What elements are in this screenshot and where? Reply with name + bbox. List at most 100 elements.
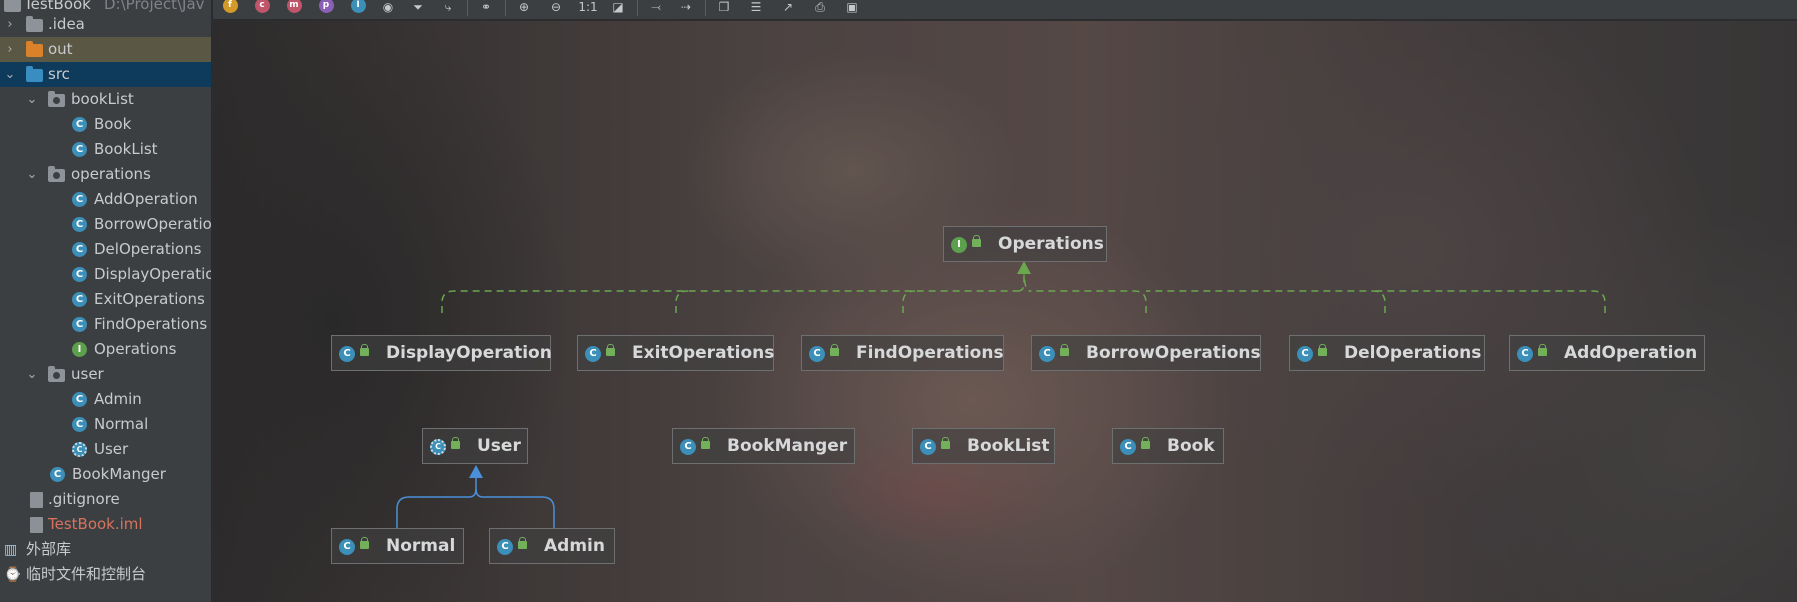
tree-item-booklist[interactable]: C BookList: [0, 137, 211, 162]
node-label: BorrowOperations: [1086, 343, 1261, 363]
tree-item-admin[interactable]: C Admin: [0, 387, 211, 412]
chevron-down-icon[interactable]: ⌄: [24, 87, 40, 112]
tree-item-user-package[interactable]: ⌄ user: [0, 362, 211, 387]
node-user[interactable]: C User: [422, 428, 528, 464]
lock-icon: [830, 344, 839, 356]
tree-item-label: Book: [94, 115, 132, 133]
tree-item-findoperations[interactable]: C FindOperations: [0, 312, 211, 337]
node-displayoperation[interactable]: C DisplayOperation: [331, 335, 552, 371]
node-borrowoperations[interactable]: C BorrowOperations: [1031, 335, 1261, 371]
lock-icon: [1318, 344, 1327, 356]
tree-item-booklist-package[interactable]: ⌄ bookList: [0, 87, 211, 112]
chevron-down-icon[interactable]: ⌄: [24, 362, 40, 387]
toolbar-separator: [505, 0, 506, 16]
class-icon: C: [920, 439, 936, 455]
tree-item-operations-interface[interactable]: I Operations: [0, 337, 211, 362]
node-addoperation[interactable]: C AddOperation: [1509, 335, 1705, 371]
edge-borroweoperations-operations: [1030, 290, 1147, 313]
tree-item-gitignore[interactable]: .gitignore: [0, 487, 211, 512]
node-findoperations[interactable]: C FindOperations: [801, 335, 1004, 371]
node-book[interactable]: C Book: [1112, 428, 1224, 464]
tree-item-exitoperations[interactable]: C ExitOperations: [0, 287, 211, 312]
tree-item-normal[interactable]: C Normal: [0, 412, 211, 437]
tree-item-displayoperation[interactable]: C DisplayOperatio: [0, 262, 211, 287]
tree-item-testbook-iml[interactable]: TestBook.iml: [0, 512, 211, 537]
node-label: Operations: [998, 234, 1104, 254]
tree-item-operations-package[interactable]: ⌄ operations: [0, 162, 211, 187]
zoom-out-icon[interactable]: ⊖: [547, 0, 565, 14]
class-icon: C: [72, 192, 87, 207]
tree-item-label: BorrowOperatio: [94, 215, 212, 233]
tree-item-user[interactable]: C User: [0, 437, 211, 462]
constructor-filter-icon[interactable]: c: [253, 0, 271, 14]
edge-addoperation-operations: [1373, 290, 1606, 313]
edge-icon[interactable]: ⤷: [439, 0, 457, 14]
tree-item-borrowoperations[interactable]: C BorrowOperatio: [0, 212, 212, 237]
diagram-canvas[interactable]: I Operations C DisplayOperation C ExitOp…: [213, 21, 1797, 602]
node-booklist[interactable]: C BookList: [912, 428, 1055, 464]
library-icon: ▥: [4, 542, 18, 558]
tree-item-idea[interactable]: › .idea: [0, 12, 211, 37]
lock-icon: [972, 235, 981, 247]
node-operations[interactable]: I Operations: [943, 226, 1107, 262]
show-icon[interactable]: ◉: [379, 0, 397, 14]
main-class-icon: C: [50, 467, 65, 482]
lock-icon: [1060, 344, 1069, 356]
copy-icon[interactable]: ❐: [715, 0, 733, 14]
source-folder-icon: [26, 66, 43, 83]
route-icon[interactable]: ⇢: [677, 0, 695, 14]
tree-item-out[interactable]: › out: [0, 37, 211, 62]
class-icon: C: [585, 346, 601, 362]
tree-item-src[interactable]: ⌄ src: [0, 62, 211, 87]
chevron-right-icon[interactable]: ›: [2, 37, 18, 62]
node-label: DisplayOperation: [386, 343, 552, 363]
chevron-down-icon[interactable]: ⌄: [24, 162, 40, 187]
tree-item-label: DelOperations: [94, 240, 202, 258]
extends-edges: [396, 465, 555, 528]
open-icon[interactable]: ↗: [779, 0, 797, 14]
node-bookmanger[interactable]: C BookManger: [672, 428, 855, 464]
field-filter-icon[interactable]: f: [221, 0, 239, 14]
node-label: ExitOperations: [632, 343, 775, 363]
folder-icon: [26, 16, 43, 33]
tree-item-label: Admin: [94, 390, 142, 408]
package-icon: [48, 91, 65, 108]
lock-icon: [360, 537, 369, 549]
tree-item-scratches[interactable]: ⌚ 临时文件和控制台: [0, 562, 211, 587]
chevron-down-icon[interactable]: ⌄: [2, 62, 18, 87]
project-tree[interactable]: TestBook D:\Project\Jav › .idea › out ⌄ …: [0, 0, 212, 602]
node-exitoperations[interactable]: C ExitOperations: [577, 335, 774, 371]
node-admin[interactable]: C Admin: [489, 528, 615, 564]
node-label: Book: [1167, 436, 1215, 456]
print-icon[interactable]: ⎙: [811, 0, 829, 14]
tree-item-label: Normal: [94, 415, 149, 433]
node-label: FindOperations: [856, 343, 1004, 363]
method-filter-icon[interactable]: m: [285, 0, 303, 14]
property-filter-icon[interactable]: p: [317, 0, 335, 14]
tree-item-deloperations[interactable]: C DelOperations: [0, 237, 211, 262]
tree-item-bookmanger[interactable]: C BookManger: [0, 462, 211, 487]
node-deloperations[interactable]: C DelOperations: [1289, 335, 1485, 371]
fit-content-icon[interactable]: ◪: [609, 0, 627, 14]
zoom-in-icon[interactable]: ⊕: [515, 0, 533, 14]
tree-item-label: AddOperation: [94, 190, 198, 208]
node-normal[interactable]: C Normal: [331, 528, 464, 564]
tree-item-label: 临时文件和控制台: [26, 565, 147, 583]
link-icon[interactable]: ⚭: [477, 0, 495, 14]
chevron-right-icon[interactable]: ›: [2, 12, 18, 37]
edge-exitoperations-operations: [675, 290, 689, 313]
main-class-icon: C: [680, 439, 696, 455]
export-icon[interactable]: ☰: [747, 0, 765, 14]
tree-item-label: BookManger: [72, 465, 166, 483]
filter-icon[interactable]: ⏷: [409, 0, 427, 14]
save-icon[interactable]: ▣: [843, 0, 861, 14]
tree-item-addoperation[interactable]: C AddOperation: [0, 187, 211, 212]
class-icon: C: [72, 242, 87, 257]
tree-item-external-libraries[interactable]: ▥ 外部库: [0, 537, 211, 562]
inner-class-filter-icon[interactable]: I: [349, 0, 367, 14]
actual-size-icon[interactable]: 1:1: [578, 0, 597, 14]
tree-item-book[interactable]: C Book: [0, 112, 211, 137]
class-icon: C: [72, 317, 87, 332]
edge-displayoperation-operations: [441, 290, 1018, 313]
layout-icon[interactable]: ⤙: [647, 0, 665, 14]
